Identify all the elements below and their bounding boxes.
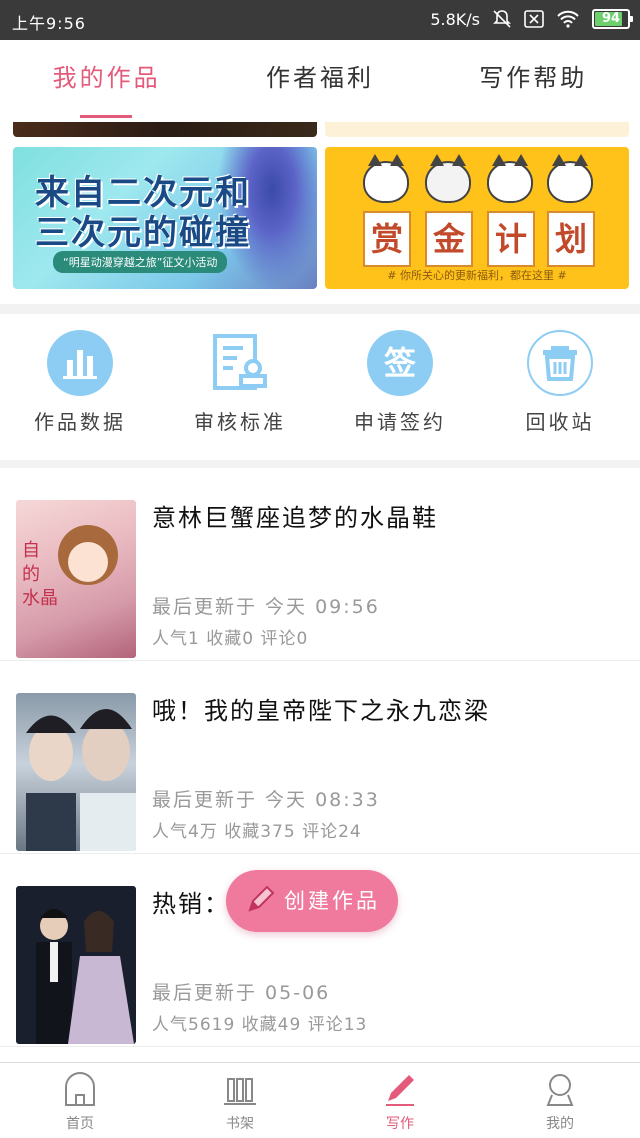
bottom-nav: 首页 书架 写作 我的	[0, 1062, 640, 1138]
work-updated: 最后更新于 05-06	[152, 982, 331, 1004]
review-standard-label: 审核标准	[194, 410, 286, 434]
recycle-bin-button[interactable]: 回收站	[480, 314, 640, 460]
no-sim-icon	[524, 10, 544, 28]
battery-icon: 94	[592, 9, 633, 29]
wifi-icon	[557, 10, 579, 28]
banner-bounty-plan[interactable]: 赏 金 计 划 # 你所关心的更新福利，都在这里 #	[325, 147, 629, 289]
work-cover: 自的水晶	[16, 500, 136, 658]
nav-mine[interactable]: 我的	[480, 1063, 640, 1138]
review-standard-button[interactable]: 审核标准	[160, 314, 320, 460]
work-updated: 最后更新于 今天 09:56	[152, 596, 380, 618]
nav-bookshelf[interactable]: 书架	[160, 1063, 320, 1138]
status-bar: 上午9:56 5.8K/s 94	[0, 0, 640, 40]
svg-text:水晶: 水晶	[22, 588, 58, 609]
status-icons: 5.8K/s 94	[430, 9, 633, 29]
nav-write-label: 写作	[386, 1116, 414, 1132]
pen-icon	[386, 1075, 414, 1106]
sign-icon: 签	[367, 330, 433, 396]
nav-mine-label: 我的	[546, 1116, 574, 1132]
create-work-button[interactable]: 创建作品	[226, 870, 398, 932]
recycle-bin-label: 回收站	[525, 410, 595, 434]
bounty-char: 金	[425, 211, 473, 267]
trash-icon	[527, 330, 593, 396]
work-title: 意林巨蟹座追梦的水晶鞋	[152, 504, 438, 532]
banner-anime-contest[interactable]: 来自二次元和 三次元的碰撞 “明星动漫穿越之旅”征文小活动	[13, 147, 317, 289]
bar-chart-icon	[47, 330, 113, 396]
apply-contract-label: 申请签约	[354, 410, 446, 434]
list-item[interactable]: 哦！我的皇帝陛下之永九恋梁 最后更新于 今天 08:33 人气4万 收藏375 …	[0, 661, 640, 854]
nav-home[interactable]: 首页	[0, 1063, 160, 1138]
cat-illustration	[363, 154, 409, 203]
work-title: 哦！我的皇帝陛下之永九恋梁	[152, 697, 490, 725]
sign-glyph: 签	[383, 344, 416, 382]
apply-contract-button[interactable]: 签 申请签约	[320, 314, 480, 460]
cat-illustration	[425, 154, 471, 203]
nav-write[interactable]: 写作	[320, 1063, 480, 1138]
nav-bookshelf-label: 书架	[226, 1116, 254, 1132]
top-tabs: 我的作品 作者福利 写作帮助	[0, 40, 640, 122]
mute-bell-icon	[493, 10, 511, 28]
tab-writing-help[interactable]: 写作帮助	[427, 40, 640, 122]
create-work-label: 创建作品	[284, 889, 380, 913]
pencil-icon	[248, 885, 275, 912]
nav-home-label: 首页	[66, 1116, 94, 1132]
bounty-char: 划	[547, 211, 595, 267]
review-document-icon	[207, 330, 273, 396]
list-item[interactable]: 自的水晶 意林巨蟹座追梦的水晶鞋 最后更新于 今天 09:56 人气1 收藏0 …	[0, 468, 640, 661]
bookshelf-icon	[224, 1078, 256, 1105]
svg-text:的: 的	[22, 564, 40, 585]
cat-illustration	[547, 154, 593, 203]
banner-prev-right[interactable]	[325, 122, 629, 137]
banner-right-footer: # 你所关心的更新福利，都在这里 #	[387, 269, 567, 282]
banner-prev-left[interactable]	[13, 122, 317, 137]
work-stats: 人气5619 收藏49 评论13	[152, 1015, 368, 1035]
work-stats: 人气1 收藏0 评论0	[152, 629, 309, 649]
bounty-char: 赏	[363, 211, 411, 267]
tab-author-benefits[interactable]: 作者福利	[213, 40, 426, 122]
banner-left-line2: 三次元的碰撞	[35, 213, 251, 253]
work-updated: 最后更新于 今天 08:33	[152, 789, 380, 811]
cat-illustration	[487, 154, 533, 203]
home-icon	[65, 1072, 95, 1106]
banner-area: 来自二次元和 三次元的碰撞 “明星动漫穿越之旅”征文小活动 赏 金 计 划 # …	[0, 122, 640, 304]
work-cover	[16, 886, 136, 1044]
bounty-char: 计	[487, 211, 535, 267]
works-list: 自的水晶 意林巨蟹座追梦的水晶鞋 最后更新于 今天 09:56 人气1 收藏0 …	[0, 468, 640, 1062]
status-time: 上午9:56	[12, 14, 86, 33]
network-speed: 5.8K/s	[430, 9, 480, 29]
svg-text:自: 自	[22, 540, 40, 561]
works-data-label: 作品数据	[34, 410, 126, 434]
work-cover	[16, 693, 136, 851]
function-row: 作品数据 审核标准 签 申请签约 回收站	[0, 314, 640, 460]
battery-level: 94	[601, 11, 621, 26]
profile-icon	[546, 1074, 574, 1106]
work-stats: 人气4万 收藏375 评论24	[152, 822, 362, 842]
works-data-button[interactable]: 作品数据	[0, 314, 160, 460]
banner-left-subtitle: “明星动漫穿越之旅”征文小活动	[53, 251, 228, 273]
tab-my-works[interactable]: 我的作品	[0, 40, 213, 122]
